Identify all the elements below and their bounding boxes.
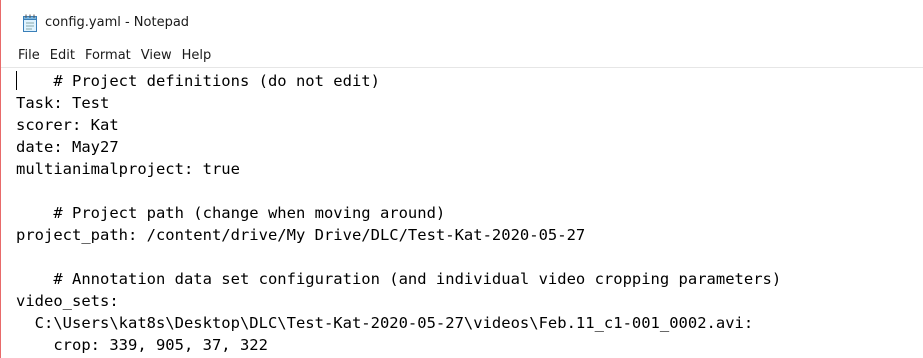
menu-view[interactable]: View [136, 46, 177, 65]
title-bar[interactable]: config.yaml - Notepad [1, 0, 923, 44]
menu-file[interactable]: File [13, 46, 45, 65]
editor-line: crop: 339, 905, 37, 322 [16, 336, 268, 354]
editor-line: project_path: /content/drive/My Drive/DL… [16, 226, 586, 244]
editor-line: # Project path (change when moving aroun… [16, 204, 446, 222]
editor-line: C:\Users\kat8s\Desktop\DLC\Test-Kat-2020… [16, 314, 754, 332]
window-title: config.yaml - Notepad [45, 15, 190, 30]
editor-line: # Annotation data set configuration (and… [16, 270, 782, 288]
text-caret [16, 71, 17, 90]
editor-line: multianimalproject: true [16, 160, 240, 178]
editor-line: date: May27 [16, 138, 119, 156]
menu-bar: File Edit Format View Help [1, 44, 923, 67]
text-editor[interactable]: # Project definitions (do not edit) Task… [1, 67, 923, 358]
notepad-icon [22, 14, 38, 32]
menu-edit[interactable]: Edit [45, 46, 80, 65]
notepad-window: config.yaml - Notepad File Edit Format V… [0, 0, 923, 358]
editor-line: video_sets: [16, 292, 119, 310]
menu-format[interactable]: Format [80, 46, 136, 65]
editor-line: # Project definitions (do not edit) [16, 72, 380, 90]
editor-line: scorer: Kat [16, 116, 119, 134]
editor-line: Task: Test [16, 94, 110, 112]
menu-help[interactable]: Help [177, 46, 217, 65]
